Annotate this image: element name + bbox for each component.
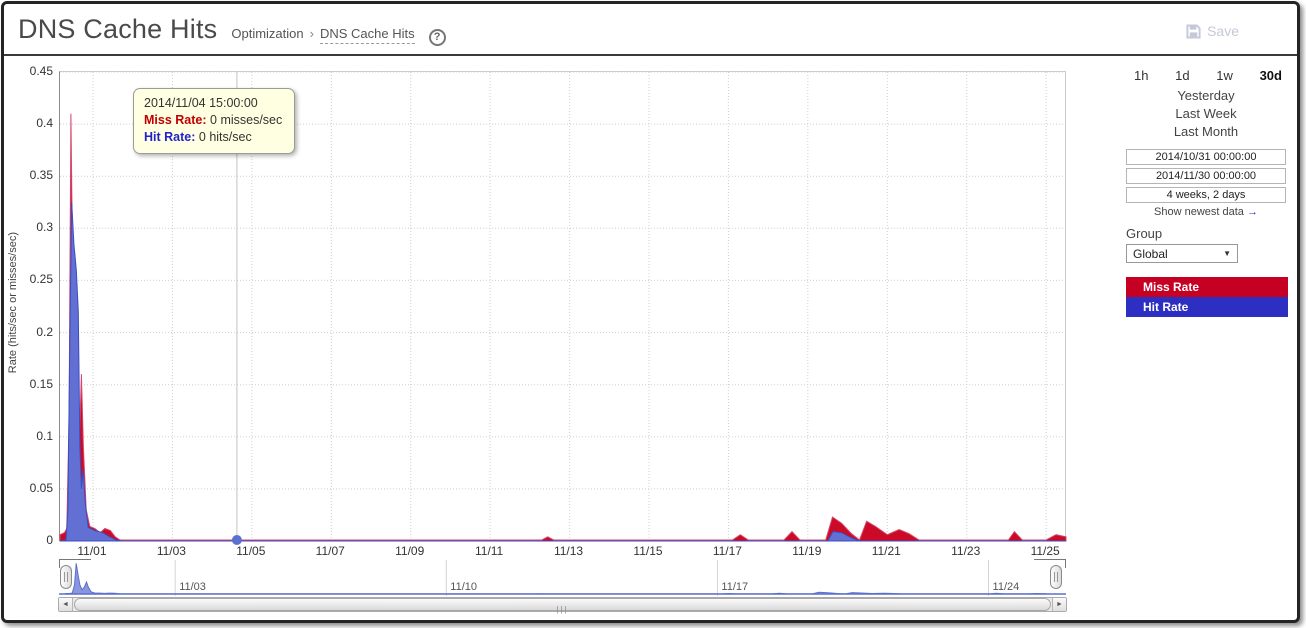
y-tick-label: 0.35 <box>29 168 53 183</box>
help-icon[interactable]: ? <box>428 29 446 46</box>
tooltip-hit-value: 0 hits/sec <box>198 130 252 144</box>
range-1w[interactable]: 1w <box>1216 68 1233 83</box>
range-1d[interactable]: 1d <box>1175 68 1189 83</box>
tooltip-miss-label: Miss Rate: <box>144 113 207 127</box>
chart-plot-area[interactable]: 2014/11/04 15:00:00 Miss Rate: 0 misses/… <box>59 71 1067 545</box>
y-tick-label: 0.4 <box>36 116 53 131</box>
x-tick-label: 11/19 <box>792 544 822 558</box>
save-button[interactable]: Save <box>1186 23 1239 39</box>
x-tick-label: 11/05 <box>236 544 266 558</box>
page-title: DNS Cache Hits <box>18 14 218 44</box>
x-tick-label: 11/25 <box>1030 544 1060 558</box>
header-divider <box>4 54 1297 56</box>
navigator-right-handle[interactable] <box>1050 565 1062 589</box>
tooltip-time: 2014/11/04 15:00:00 <box>144 96 258 110</box>
save-label: Save <box>1207 23 1239 39</box>
navigator-date-label: 11/03 <box>179 581 206 593</box>
preset-last-week[interactable]: Last Week <box>1122 106 1290 121</box>
y-tick-label: 0.15 <box>29 376 53 391</box>
navigator-left-handle[interactable] <box>60 565 72 589</box>
page-header: DNS Cache Hits Optimization › DNS Cache Hi… <box>4 4 1297 53</box>
right-arrow-icon: → <box>1246 206 1258 218</box>
time-controls-panel: 1h 1d 1w 30d Yesterday Last Week Last Mo… <box>1122 64 1290 334</box>
range-30d[interactable]: 30d <box>1260 68 1282 83</box>
y-tick-label: 0.1 <box>36 428 53 443</box>
preset-last-month[interactable]: Last Month <box>1122 124 1290 139</box>
show-newest-data-link[interactable]: Show newest data → <box>1122 206 1290 218</box>
breadcrumb-current[interactable]: DNS Cache Hits <box>319 26 415 44</box>
group-label: Group <box>1126 226 1163 241</box>
handle-grip-icon <box>1054 572 1058 582</box>
navigator-date-label: 11/10 <box>450 581 478 593</box>
group-select[interactable]: Global ▼ <box>1126 244 1238 263</box>
y-tick-label: 0 <box>46 533 53 547</box>
end-time-input[interactable] <box>1126 168 1286 184</box>
y-tick-label: 0.25 <box>29 272 53 287</box>
scrollbar-grip-icon: ||| <box>556 605 569 614</box>
scrollbar-track[interactable]: ||| <box>73 598 1052 614</box>
preset-yesterday[interactable]: Yesterday <box>1122 88 1290 103</box>
chevron-down-icon: ▼ <box>1223 249 1231 258</box>
navigator-chart[interactable] <box>59 559 1066 596</box>
legend-hit-rate[interactable]: Hit Rate <box>1126 297 1288 317</box>
chart-legend: Miss Rate Hit Rate <box>1126 277 1288 317</box>
save-icon <box>1186 23 1201 39</box>
legend-miss-rate[interactable]: Miss Rate <box>1126 277 1288 297</box>
scrollbar-thumb[interactable]: ||| <box>74 598 1051 614</box>
chart-tooltip: 2014/11/04 15:00:00 Miss Rate: 0 misses/… <box>133 88 296 154</box>
range-1h[interactable]: 1h <box>1134 68 1148 83</box>
handle-grip-icon <box>64 572 68 582</box>
y-tick-label: 0.3 <box>36 220 53 235</box>
scrollbar-left-arrow-icon[interactable]: ◄ <box>59 598 73 611</box>
x-tick-label: 11/21 <box>871 544 901 558</box>
tooltip-hit-label: Hit Rate: <box>144 130 196 144</box>
duration-input[interactable] <box>1126 187 1286 203</box>
x-tick-label: 11/17 <box>712 544 742 558</box>
breadcrumb-separator: › <box>309 26 314 41</box>
start-time-input[interactable] <box>1126 149 1286 165</box>
tooltip-miss-value: 0 misses/sec <box>210 113 283 127</box>
x-tick-label: 11/23 <box>951 544 981 558</box>
breadcrumb-optimization[interactable]: Optimization <box>231 26 303 41</box>
navigator-date-label: 11/17 <box>721 581 749 593</box>
y-axis-title: Rate (hits/sec or misses/sec) <box>7 232 19 374</box>
x-tick-label: 11/07 <box>315 544 345 558</box>
app-window: DNS Cache Hits Optimization › DNS Cache Hi… <box>1 1 1300 623</box>
group-select-value: Global <box>1133 246 1168 261</box>
x-tick-label: 11/11 <box>474 544 504 558</box>
x-tick-label: 11/13 <box>553 544 584 558</box>
x-tick-label: 11/15 <box>633 544 663 558</box>
navigator-date-label: 11/24 <box>992 581 1020 593</box>
breadcrumb: Optimization › DNS Cache Hits <box>231 26 415 44</box>
x-tick-label: 11/09 <box>395 544 425 558</box>
y-tick-label: 0.2 <box>36 324 53 339</box>
y-tick-label: 0.45 <box>29 64 53 78</box>
navigator-right-bracket <box>1034 559 1066 568</box>
y-tick-label: 0.05 <box>29 480 53 495</box>
x-tick-label: 11/01 <box>77 544 107 558</box>
navigator-scrollbar[interactable]: ◄ ||| ► <box>58 597 1067 614</box>
x-tick-label: 11/03 <box>156 544 186 558</box>
range-buttons: 1h 1d 1w 30d <box>1134 68 1282 83</box>
scrollbar-right-arrow-icon[interactable]: ► <box>1052 598 1066 611</box>
